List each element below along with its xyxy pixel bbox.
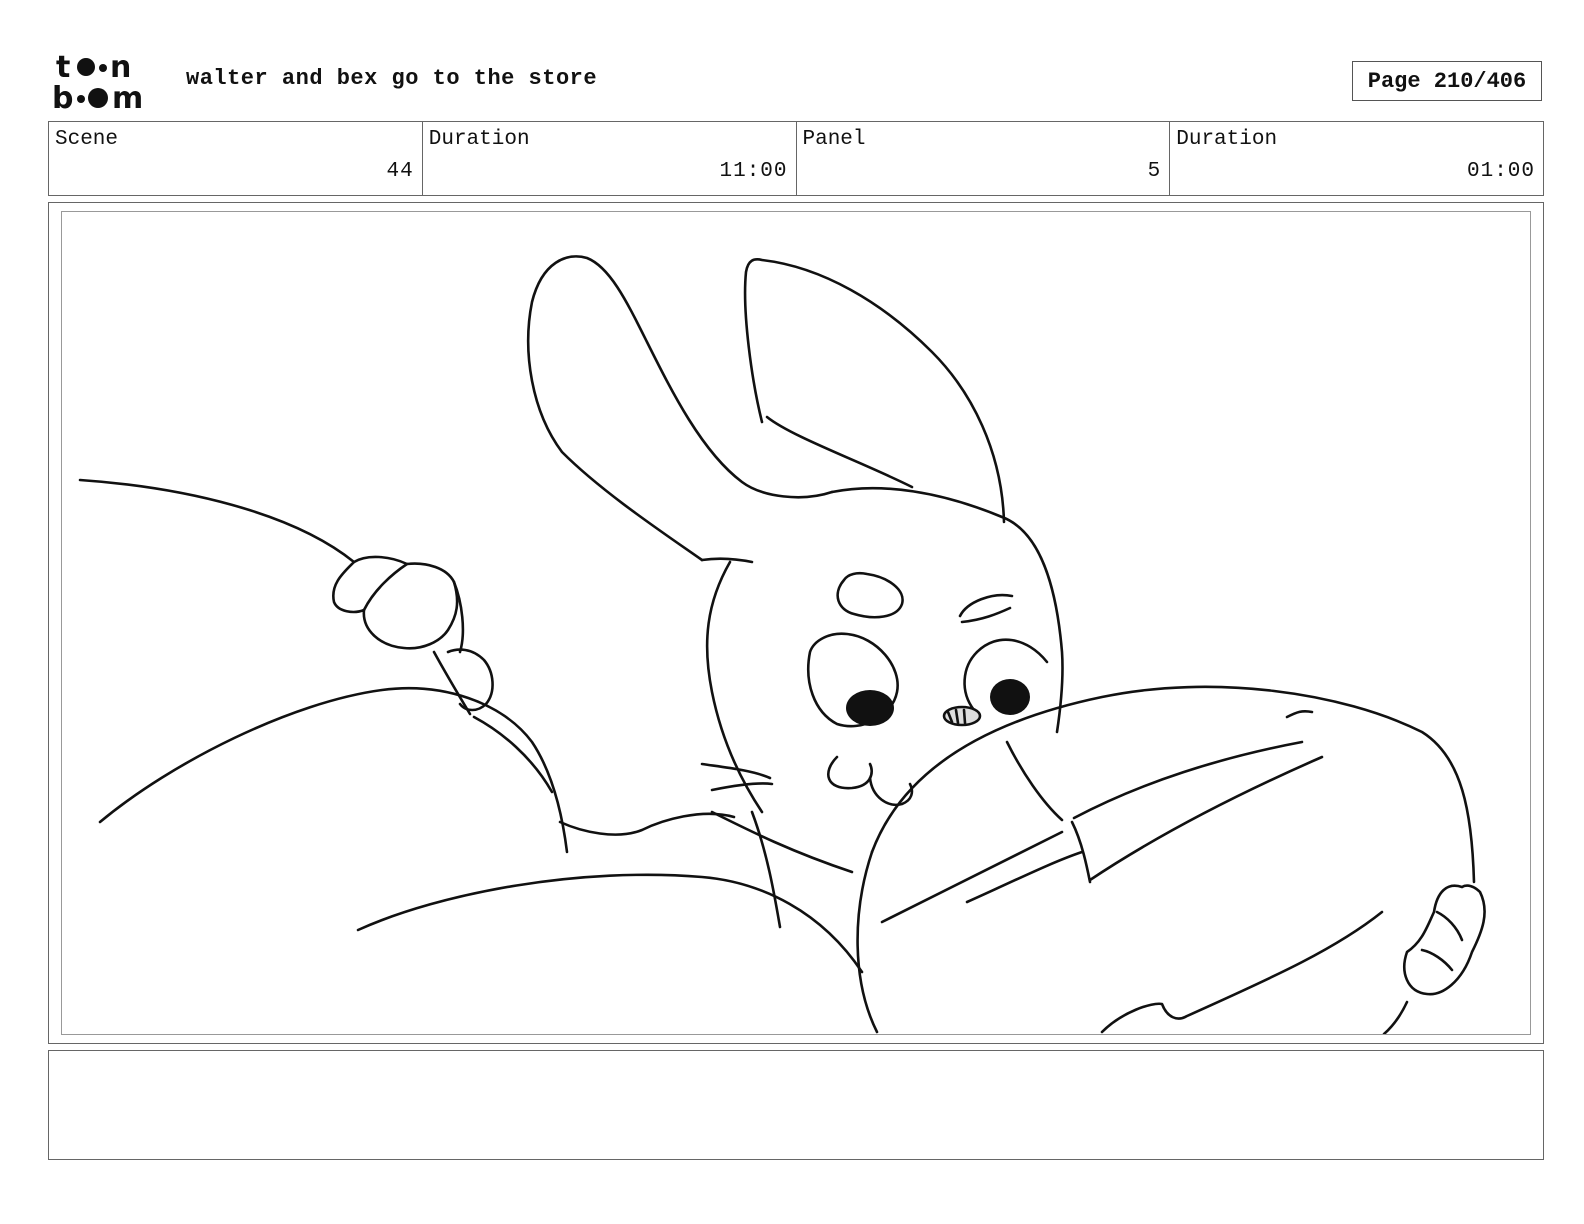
project-title: walter and bex go to the store xyxy=(186,66,598,91)
toonboom-logo: t n b m xyxy=(50,50,164,116)
svg-text:n: n xyxy=(110,50,131,85)
scene-info-row: Scene 44 Duration 11:00 Panel 5 Duration… xyxy=(48,121,1544,196)
scene-duration-label: Duration xyxy=(428,128,530,151)
scene-label: Scene xyxy=(55,128,119,151)
storyboard-sketch-bunny xyxy=(78,255,1486,1034)
svg-text:m: m xyxy=(112,81,143,114)
scene-number: 44 xyxy=(386,160,414,183)
scene-duration-value: 11:00 xyxy=(719,160,788,183)
panel-duration-label: Duration xyxy=(1176,128,1278,151)
panel-cell: Panel 5 xyxy=(797,122,1171,195)
svg-text:b: b xyxy=(52,81,73,114)
page-indicator: Page 210/406 xyxy=(1352,61,1542,101)
panel-duration-cell: Duration 01:00 xyxy=(1170,122,1543,195)
scene-cell: Scene 44 xyxy=(49,122,423,195)
svg-text:t: t xyxy=(56,50,70,85)
panel-label: Panel xyxy=(802,128,866,151)
panel-image-area xyxy=(61,211,1531,1035)
panel-frame xyxy=(48,202,1544,1044)
panel-number: 5 xyxy=(1147,160,1162,183)
panel-notes-box xyxy=(48,1050,1544,1160)
scene-duration-cell: Duration 11:00 xyxy=(423,122,797,195)
panel-duration-value: 01:00 xyxy=(1466,160,1535,183)
